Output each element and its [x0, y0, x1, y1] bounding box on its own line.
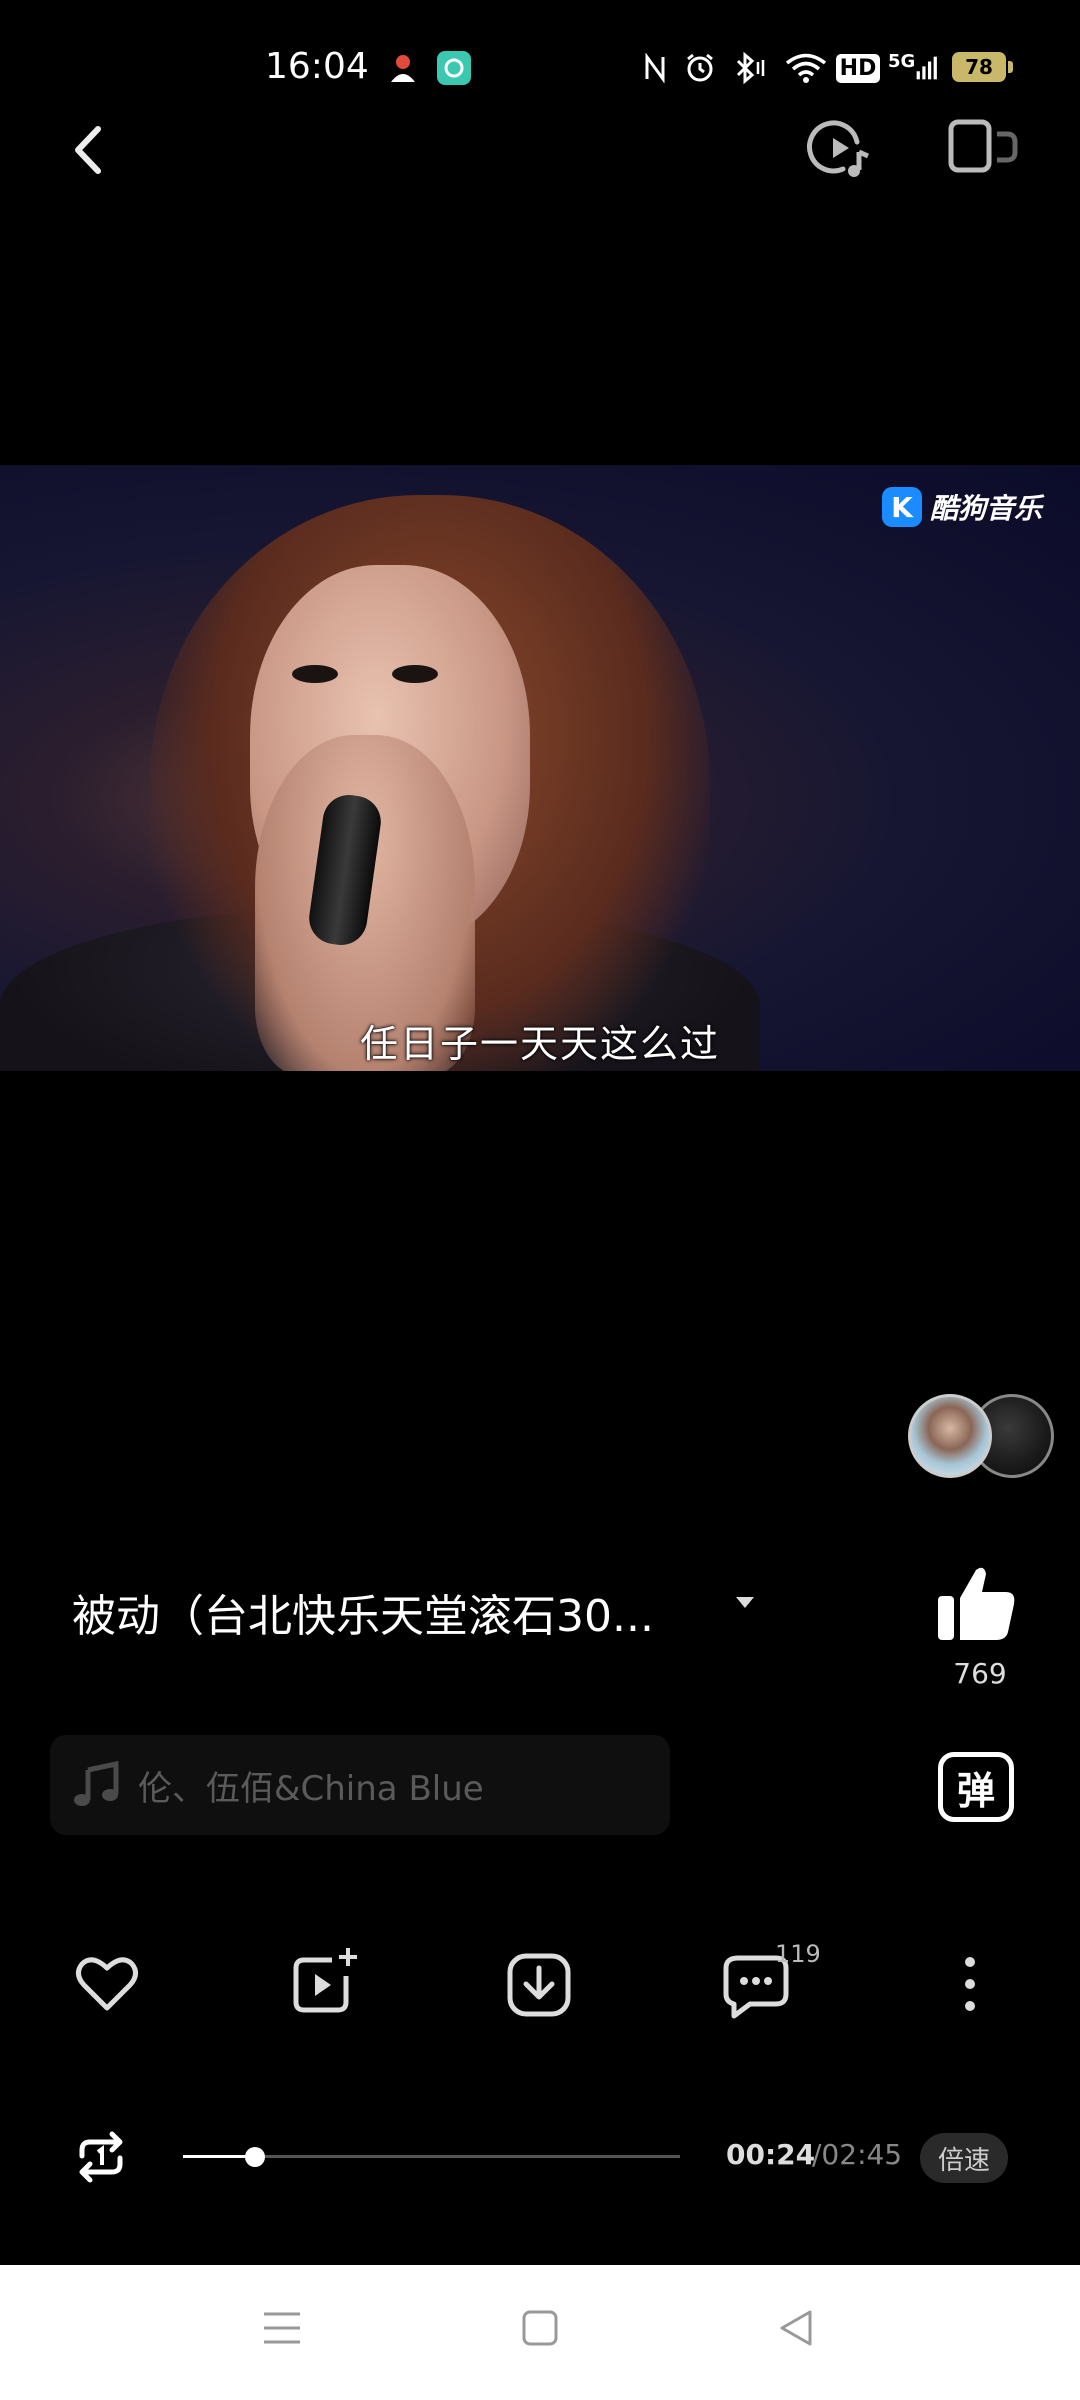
video-frame-eye	[292, 665, 338, 683]
artist-names: 伦、伍佰&China Blue	[138, 1768, 484, 1809]
music-note-icon	[74, 1760, 119, 1806]
signal-icon: 5G	[888, 50, 938, 86]
video-music-button[interactable]	[805, 112, 877, 184]
back-triangle-icon	[780, 2310, 812, 2346]
hd-icon: HD	[835, 50, 881, 86]
kugou-watermark: K 酷狗音乐	[882, 487, 1042, 527]
notification-person-icon	[385, 50, 421, 86]
artist-credits[interactable]: 伦、伍佰&China Blue	[50, 1735, 670, 1835]
total-time: /02:45	[812, 2138, 903, 2171]
like-count: 769	[953, 1657, 1007, 1690]
back-button[interactable]	[60, 115, 120, 185]
home-button[interactable]	[520, 2308, 560, 2348]
screen-cast-button[interactable]	[945, 112, 1025, 184]
danmaku-toggle-button[interactable]: 弹	[938, 1752, 1014, 1822]
network-label: 5G	[888, 50, 916, 72]
loop-mode-button[interactable]	[72, 2128, 130, 2186]
danmaku-label: 弹	[956, 1768, 995, 1813]
download-icon	[507, 1953, 571, 2017]
kugou-logo-icon: K	[882, 487, 922, 527]
bluetooth-icon	[730, 50, 768, 86]
wifi-icon	[784, 50, 828, 86]
battery-indicator: 78	[952, 52, 1006, 82]
favorite-button[interactable]	[72, 1950, 142, 2020]
battery-level: 78	[965, 55, 993, 79]
home-square-icon	[522, 2310, 558, 2346]
more-icon	[965, 1957, 975, 2011]
add-to-playlist-button[interactable]	[288, 1944, 364, 2020]
progress-thumb[interactable]	[245, 2147, 265, 2167]
current-time: 00:24	[726, 2138, 816, 2171]
like-button[interactable]	[932, 1558, 1022, 1648]
download-button[interactable]	[504, 1950, 574, 2020]
alarm-icon	[683, 50, 717, 86]
battery-tip	[1008, 61, 1013, 73]
heart-icon	[76, 1957, 138, 2011]
playback-speed-button[interactable]: 倍速	[920, 2133, 1008, 2183]
hd-label: HD	[835, 53, 881, 83]
chat-app-icon	[436, 50, 472, 86]
song-title[interactable]: 被动（台北快乐天堂滚石30...	[72, 1580, 654, 1644]
video-frame-eye	[392, 665, 438, 683]
repeat-one-icon	[79, 2131, 123, 2183]
chevron-down-icon[interactable]	[736, 1597, 754, 1608]
system-back-button[interactable]	[776, 2308, 816, 2348]
status-time: 16:04	[265, 46, 369, 87]
video-subtitle: 任日子一天天这么过	[359, 1022, 720, 1066]
video-music-icon	[807, 120, 870, 177]
comment-count: 119	[775, 1940, 821, 1968]
recent-apps-button[interactable]	[262, 2308, 302, 2348]
add-to-playlist-icon	[293, 1948, 357, 2013]
back-icon	[75, 126, 101, 174]
thumbs-up-icon	[938, 1567, 1015, 1640]
more-button[interactable]	[955, 1950, 985, 2020]
video-player[interactable]: K 酷狗音乐 任日子一天天这么过	[0, 465, 1080, 1071]
nfc-icon	[640, 50, 670, 86]
kugou-watermark-text: 酷狗音乐	[930, 492, 1043, 525]
menu-icon	[264, 2312, 300, 2344]
system-navigation-bar	[0, 2265, 1080, 2400]
artist-avatar-1[interactable]	[908, 1394, 992, 1478]
screen-cast-icon	[948, 119, 1018, 173]
